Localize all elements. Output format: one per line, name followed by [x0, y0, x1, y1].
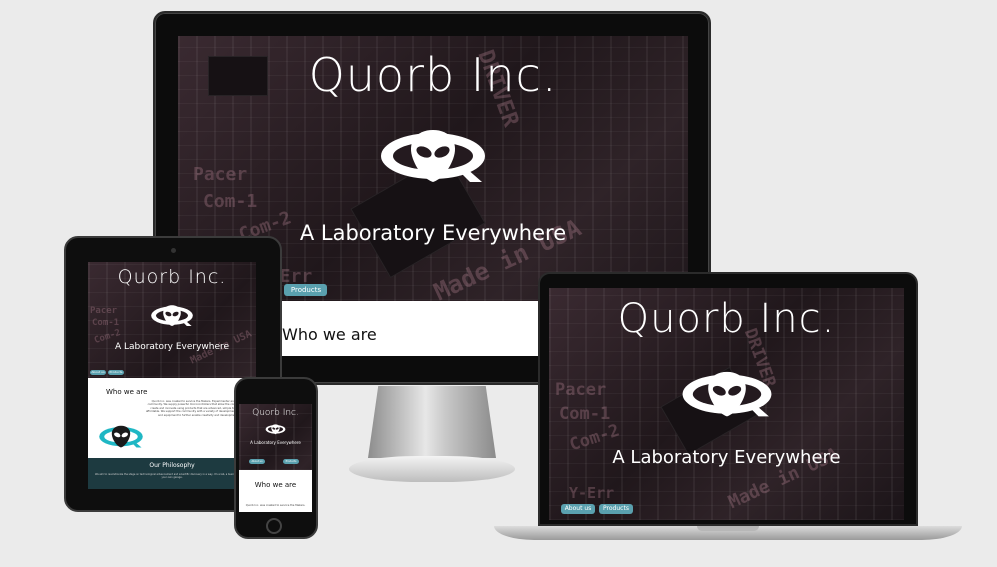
- who-we-are-title: Who we are: [282, 325, 377, 344]
- site-tagline: A Laboratory Everywhere: [114, 342, 230, 352]
- about-us-button[interactable]: About us: [249, 459, 265, 464]
- about-us-button[interactable]: About us: [90, 370, 106, 375]
- products-button[interactable]: Products: [285, 284, 327, 296]
- products-button[interactable]: Products: [283, 459, 299, 464]
- philosophy-title: Our Philosophy: [149, 462, 195, 469]
- pcb-label: Pacer: [193, 164, 248, 185]
- products-button[interactable]: Products: [108, 370, 124, 375]
- phone-home-button[interactable]: [266, 518, 282, 534]
- pcb-label: Y-Err: [569, 484, 615, 502]
- alien-q-logo-icon: [265, 424, 286, 435]
- philosophy-section: Our Philosophy We aim to revolutionize t…: [88, 458, 256, 489]
- laptop-notch: [697, 526, 759, 531]
- who-we-are-section: Who we are Quorb Inc. was created to ser…: [239, 470, 312, 512]
- pcb-label: Com-1: [203, 191, 258, 212]
- philosophy-body: We aim to revolutionize the stage on tec…: [94, 473, 250, 480]
- tablet-screen: Pacer Com-1 Com-2 Made in USA Quorb Inc.…: [88, 262, 256, 489]
- site-brand: Quorb Inc.: [617, 296, 836, 342]
- site-brand: Quorb Inc.: [308, 48, 558, 102]
- about-us-button[interactable]: About us: [561, 504, 595, 514]
- alien-q-logo-icon: [151, 305, 193, 326]
- who-we-are-body: Quorb Inc. was created to service the Ma…: [245, 504, 306, 507]
- site-tagline: A Laboratory Everywhere: [250, 440, 301, 445]
- alien-q-logo-icon: [99, 425, 143, 448]
- phone-screen: Quorb Inc. A Laboratory Everywhere About…: [239, 404, 312, 512]
- who-we-are-title: Who we are: [254, 481, 297, 489]
- monitor-base: [349, 456, 515, 482]
- alien-q-logo-icon: [682, 371, 772, 417]
- tablet-camera: [171, 248, 176, 253]
- monitor-stand: [368, 386, 496, 458]
- site-tagline: A Laboratory Everywhere: [612, 447, 841, 468]
- site-brand: Quorb Inc.: [117, 266, 227, 288]
- site-brand: Quorb Inc.: [252, 408, 299, 418]
- who-we-are-title: Who we are: [106, 388, 148, 396]
- pcb-label: Pacer: [555, 380, 607, 400]
- laptop-screen: Pacer Com-1 Com-2 DRIVER Made in USA Y-E…: [549, 288, 904, 520]
- who-we-are-section: Who we are Quorb Inc. was created to ser…: [88, 378, 256, 458]
- alien-q-logo-icon: [381, 130, 485, 182]
- pcb-label: Pacer: [90, 306, 118, 316]
- products-button[interactable]: Products: [599, 504, 633, 514]
- pcb-label: Com-1: [559, 404, 611, 424]
- pcb-label: Com-1: [92, 318, 120, 328]
